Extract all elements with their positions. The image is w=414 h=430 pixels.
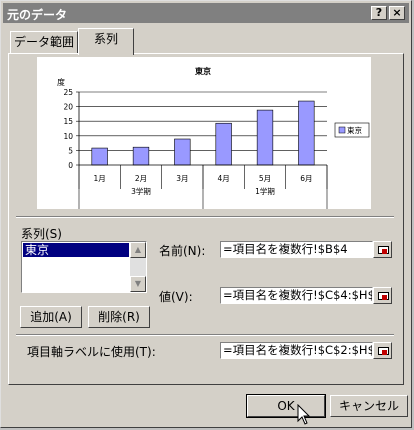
dialog-title: 元のデータ [7, 8, 68, 22]
title-bar[interactable]: 元のデータ ? × [3, 3, 409, 23]
values-collapse-button[interactable] [373, 287, 392, 304]
x-tick-label: 6月 [300, 174, 312, 183]
help-button[interactable]: ? [371, 6, 387, 20]
delete-button[interactable]: 削除(R) [88, 306, 150, 328]
y-tick-label: 15 [63, 117, 73, 126]
x-tick-label: 1月 [94, 174, 106, 183]
cancel-button[interactable]: キャンセル [330, 395, 408, 417]
y-tick-label: 10 [63, 132, 73, 141]
x-tick-label: 2月 [135, 174, 147, 183]
close-button[interactable]: × [389, 6, 405, 20]
x-tick-label: 4月 [218, 174, 230, 183]
bar [256, 109, 274, 166]
separator [16, 334, 394, 336]
scroll-down-icon[interactable]: ▼ [130, 276, 146, 292]
scroll-up-icon[interactable]: ▲ [130, 242, 146, 258]
bar [91, 147, 108, 166]
values-input[interactable]: =項目名を複数行!$C$4:$H$4 [220, 287, 373, 304]
add-button[interactable]: 追加(A) [20, 306, 82, 328]
series-listbox[interactable]: 東京 ▲ ▼ [21, 241, 147, 293]
y-tick-label: 20 [63, 103, 73, 112]
chart-title: 東京 [195, 66, 211, 76]
separator [16, 216, 394, 218]
values-label: 値(V): [159, 290, 193, 304]
tab-data-range[interactable]: データ範囲 [10, 31, 78, 53]
legend-label: 東京 [347, 125, 362, 135]
series-item-tokyo[interactable]: 東京 [23, 243, 129, 257]
y-axis-label: 度 [57, 77, 65, 87]
y-tick-label: 25 [63, 88, 73, 97]
bar [215, 122, 232, 166]
chart-svg: 東京度05101520251月 2月 3月 4月 5月 6月3学期 1学期東京 [57, 66, 370, 209]
category-labels-input[interactable]: =項目名を複数行!$C$2:$H$3 [220, 342, 373, 359]
x-group-label: 1学期 [255, 186, 275, 196]
source-data-dialog: 元のデータ ? × データ範囲 系列 東京度 0 5 10 15 20 25 1月 2月 3月 4月… [0, 0, 412, 428]
name-label: 名前(N): [159, 244, 206, 258]
series-list-label: 系列(S) [21, 227, 62, 241]
bar [298, 100, 315, 166]
bar [132, 146, 150, 166]
x-tick-label: 5月 [259, 174, 271, 183]
name-input[interactable]: =項目名を複数行!$B$4 [220, 241, 373, 258]
name-collapse-button[interactable] [373, 241, 392, 258]
series-list-scrollbar[interactable]: ▲ ▼ [130, 242, 146, 292]
legend-swatch [338, 126, 346, 134]
category-collapse-button[interactable] [373, 342, 392, 359]
bar [174, 138, 191, 166]
y-tick-label: 0 [68, 161, 73, 170]
chart-preview: 東京度 0 5 10 15 20 25 1月 2月 3月 4月 5月 6月 3学期 1学期 東京 [37, 57, 371, 209]
tab-series[interactable]: 系列 [78, 28, 134, 55]
category-labels-label: 項目軸ラベルに使用(T): [27, 345, 156, 359]
x-tick-label: 3月 [176, 174, 188, 183]
x-group-label: 3学期 [131, 186, 151, 196]
y-tick-label: 5 [68, 146, 73, 155]
mouse-cursor-icon [297, 404, 311, 425]
ok-button[interactable]: OK [246, 394, 326, 418]
